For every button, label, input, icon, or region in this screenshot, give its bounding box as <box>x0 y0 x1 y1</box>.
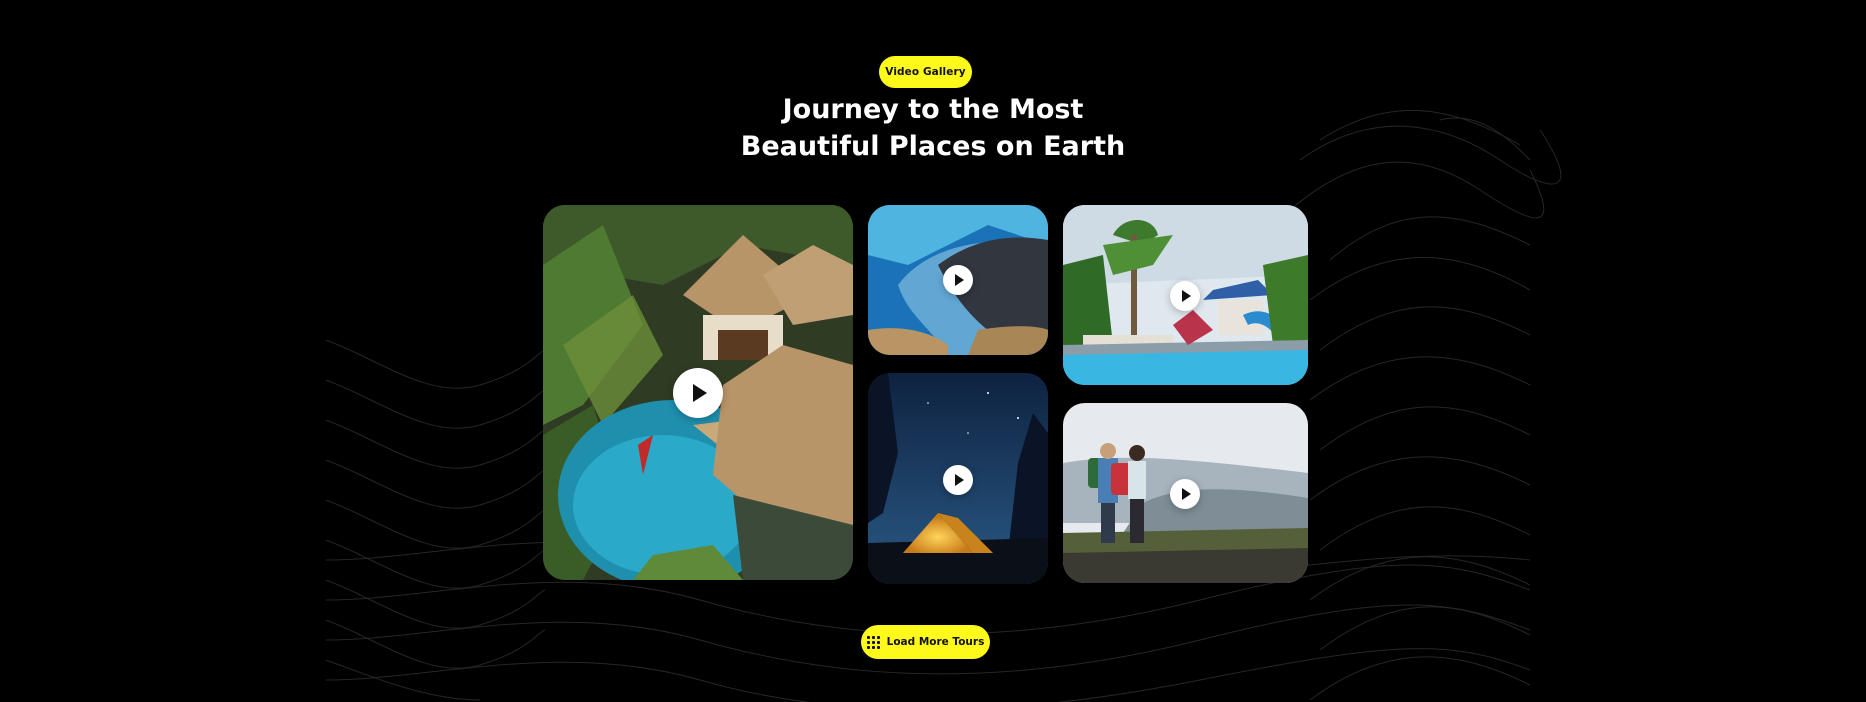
section-badge: Video Gallery <box>879 56 972 88</box>
video-card-tropical-villa[interactable] <box>543 205 853 580</box>
video-card-night-camping[interactable] <box>868 373 1048 584</box>
section-title-line-2: Beautiful Places on Earth <box>740 131 1126 162</box>
video-card-ocean-coast[interactable] <box>868 205 1048 355</box>
load-more-tours-button[interactable]: Load More Tours <box>861 625 990 659</box>
play-icon[interactable] <box>1170 479 1200 509</box>
video-gallery-section: Video Gallery Journey to the Most Beauti… <box>0 0 1866 702</box>
play-icon[interactable] <box>673 368 723 418</box>
grid-icon <box>866 635 880 649</box>
play-icon[interactable] <box>943 265 973 295</box>
section-title: Journey to the Most Beautiful Places on … <box>633 91 1233 165</box>
load-more-tours-label: Load More Tours <box>886 636 985 648</box>
video-card-resort-pool[interactable] <box>1063 205 1308 385</box>
video-card-hikers[interactable] <box>1063 403 1308 583</box>
play-icon[interactable] <box>1170 281 1200 311</box>
section-title-line-1: Journey to the Most <box>782 94 1084 125</box>
play-icon[interactable] <box>943 465 973 495</box>
